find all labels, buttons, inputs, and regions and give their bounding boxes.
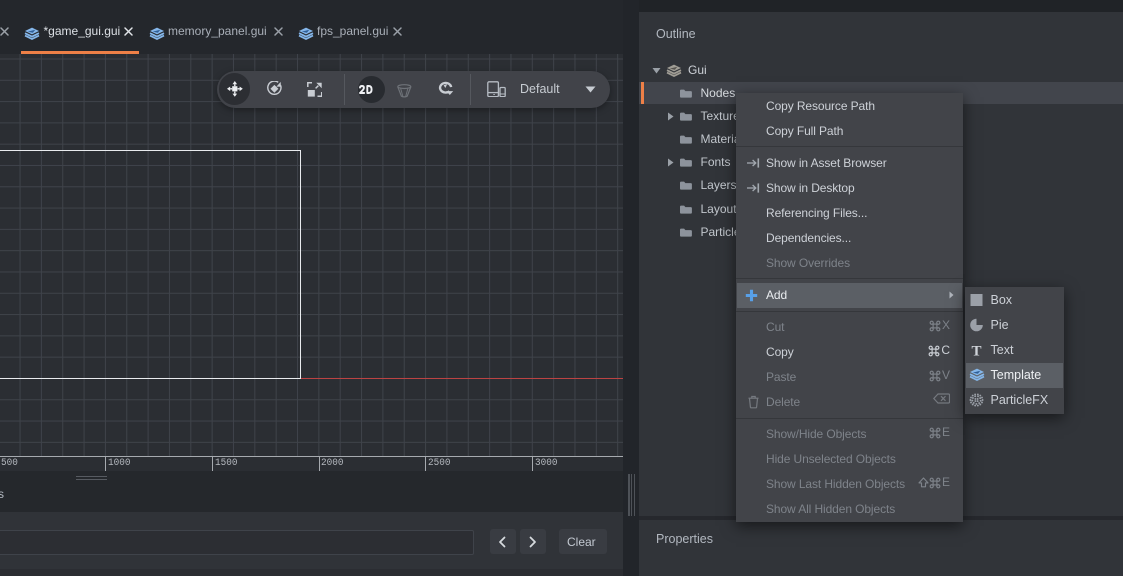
svg-text:T: T <box>971 343 981 357</box>
